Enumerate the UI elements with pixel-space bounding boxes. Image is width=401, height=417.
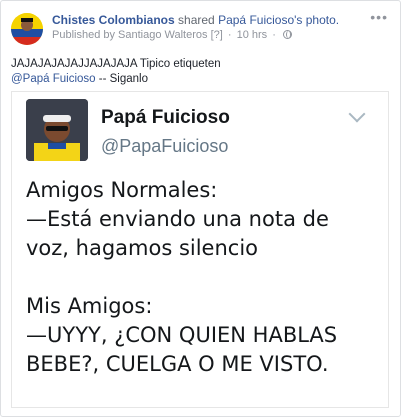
tweet-text: Amigos Normales: —Está enviando una nota …	[26, 176, 386, 379]
post-meta: Published by Santiago Walteros [?] · 10 …	[52, 29, 292, 42]
tweet-author-handle: @PapaFuicioso	[101, 136, 229, 156]
message-line-2: @Papá Fuicioso -- Siganlo	[11, 72, 221, 87]
photo-suffix[interactable]: 's photo.	[294, 13, 339, 27]
help-marker[interactable]: [?]	[211, 29, 223, 41]
page-avatar-icon[interactable]	[11, 13, 43, 45]
facebook-post-card: Chistes Colombianos shared Papá Fuicioso…	[0, 0, 401, 417]
shared-verb: shared	[178, 13, 215, 27]
tweet-line: Mis Amigos:	[26, 294, 153, 318]
tweet-line: —Está enviando una nota de	[26, 207, 329, 231]
page-name-link[interactable]: Chistes Colombianos	[52, 13, 175, 27]
tweet-line: BEBE?, CUELGA O ME VISTO.	[26, 352, 329, 376]
photo-owner-link[interactable]: Papá Fuicioso's photo.	[218, 13, 339, 27]
tweet-line	[26, 263, 386, 292]
mention-link[interactable]: @Papá Fuicioso	[11, 73, 96, 85]
more-options-icon[interactable]: •••	[370, 9, 388, 25]
post-header: Chistes Colombianos shared Papá Fuicioso…	[52, 13, 339, 28]
meta-separator: ·	[227, 29, 232, 41]
shared-photo[interactable]: Papá Fuicioso @PapaFuicioso Amigos Norma…	[11, 91, 389, 408]
meta-separator-2: ·	[272, 29, 276, 41]
tweet-line: voz, hagamos silencio	[26, 236, 259, 260]
tweet-line: Amigos Normales:	[26, 178, 218, 202]
post-message: JAJAJAJAJAJJAJAJAJA Tipico etiqueten @Pa…	[11, 57, 221, 87]
globe-icon	[282, 30, 292, 39]
message-line-1: JAJAJAJAJAJJAJAJAJA Tipico etiqueten	[11, 58, 221, 70]
published-by: Published by Santiago Walteros	[52, 29, 208, 41]
tweet-author-name: Papá Fuicioso	[101, 107, 230, 128]
tweet-line: —UYYY, ¿CON QUIEN HABLAS	[26, 323, 338, 347]
chevron-down-icon	[348, 105, 366, 123]
post-time-link[interactable]: 10 hrs	[237, 29, 268, 41]
tweet-avatar-icon	[26, 99, 88, 161]
message-tail: -- Siganlo	[98, 73, 148, 85]
photo-owner-name[interactable]: Papá Fuicioso	[218, 13, 294, 27]
